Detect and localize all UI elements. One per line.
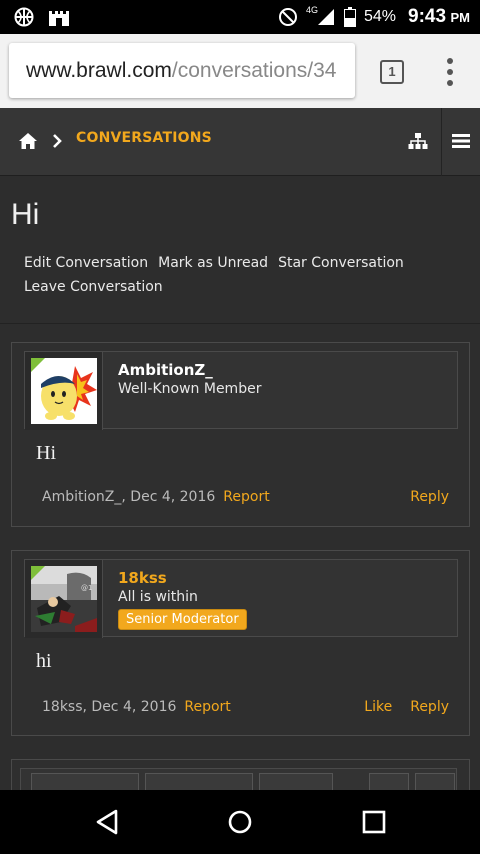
chevron-right-icon [53,134,62,148]
message-author-date[interactable]: 18kss, Dec 4, 2016 [42,699,176,715]
username[interactable]: AmbitionZ_ [118,361,213,379]
edit-conversation-link[interactable]: Edit Conversation [24,255,148,271]
leave-conversation-link[interactable]: Leave Conversation [24,279,163,295]
message-item: @1 18kss All is within Senior Moderator … [11,550,470,736]
divider [0,323,480,324]
star-conversation-link[interactable]: Star Conversation [278,255,404,271]
message-author-date[interactable]: AmbitionZ_, Dec 4, 2016 [42,489,215,505]
home-circle-icon[interactable] [227,808,253,836]
battery-percent: 54% [363,8,397,25]
reply-link[interactable]: Reply [410,489,449,505]
sitemap-icon[interactable] [408,132,428,150]
back-icon[interactable] [94,808,120,836]
mark-unread-link[interactable]: Mark as Unread [158,255,268,271]
status-bar: 4G 54% 9:43 PM [0,0,480,34]
url-bar[interactable]: www.brawl.com/conversations/34 [9,43,355,98]
message-actions: Reply [392,489,449,505]
recents-icon[interactable] [361,808,387,836]
message-user-info: @1 18kss All is within Senior Moderator [24,559,458,638]
online-indicator [31,358,45,372]
page-title: Hi [11,198,40,231]
avatar-frame: @1 [25,560,103,638]
do-not-disturb-icon [278,8,297,26]
home-icon[interactable] [18,132,38,150]
battery-icon [343,7,356,27]
network-type: 4G [305,5,318,15]
browser-menu-icon[interactable] [444,58,456,86]
svg-text:@1: @1 [81,584,92,592]
message-meta: 18kss, Dec 4, 2016 Report [42,699,231,715]
castle-icon [49,11,69,26]
user-title: All is within [118,589,198,605]
tab-switcher-button[interactable]: 1 [380,60,404,84]
online-indicator [31,566,45,580]
avatar-frame [25,352,103,430]
site-nav: CONVERSATIONS [0,108,480,176]
message-user-info: AmbitionZ_ Well-Known Member [24,351,458,430]
clock-time: 9:43 [408,6,447,27]
moderator-badge: Senior Moderator [118,609,247,630]
message-meta: AmbitionZ_, Dec 4, 2016 Report [42,489,270,505]
username[interactable]: 18kss [118,569,167,587]
nav-divider [441,108,442,176]
conversation-actions: Edit Conversation Mark as Unread Star Conv… [24,251,444,299]
report-link[interactable]: Report [184,699,230,715]
url-path: /conversations/34 [171,59,337,82]
message-actions: Like Reply [346,699,449,715]
clock-ampm: PM [450,10,471,25]
message-body: hi [36,650,52,672]
reply-link[interactable]: Reply [410,699,449,715]
menu-list-icon[interactable] [452,133,470,149]
breadcrumb[interactable]: CONVERSATIONS [76,130,212,146]
system-nav-bar [0,790,480,854]
basketball-icon [14,7,34,27]
like-link[interactable]: Like [364,699,392,715]
signal-icon [317,9,334,25]
user-title: Well-Known Member [118,381,262,397]
message-item: AmbitionZ_ Well-Known Member Hi Ambition… [11,342,470,527]
message-body: Hi [36,442,56,464]
browser-toolbar: www.brawl.com/conversations/34 1 [0,34,480,108]
url-host: www.brawl.com [26,59,172,82]
content-area: Hi Edit Conversation Mark as Unread Star C… [0,176,480,799]
report-link[interactable]: Report [223,489,269,505]
